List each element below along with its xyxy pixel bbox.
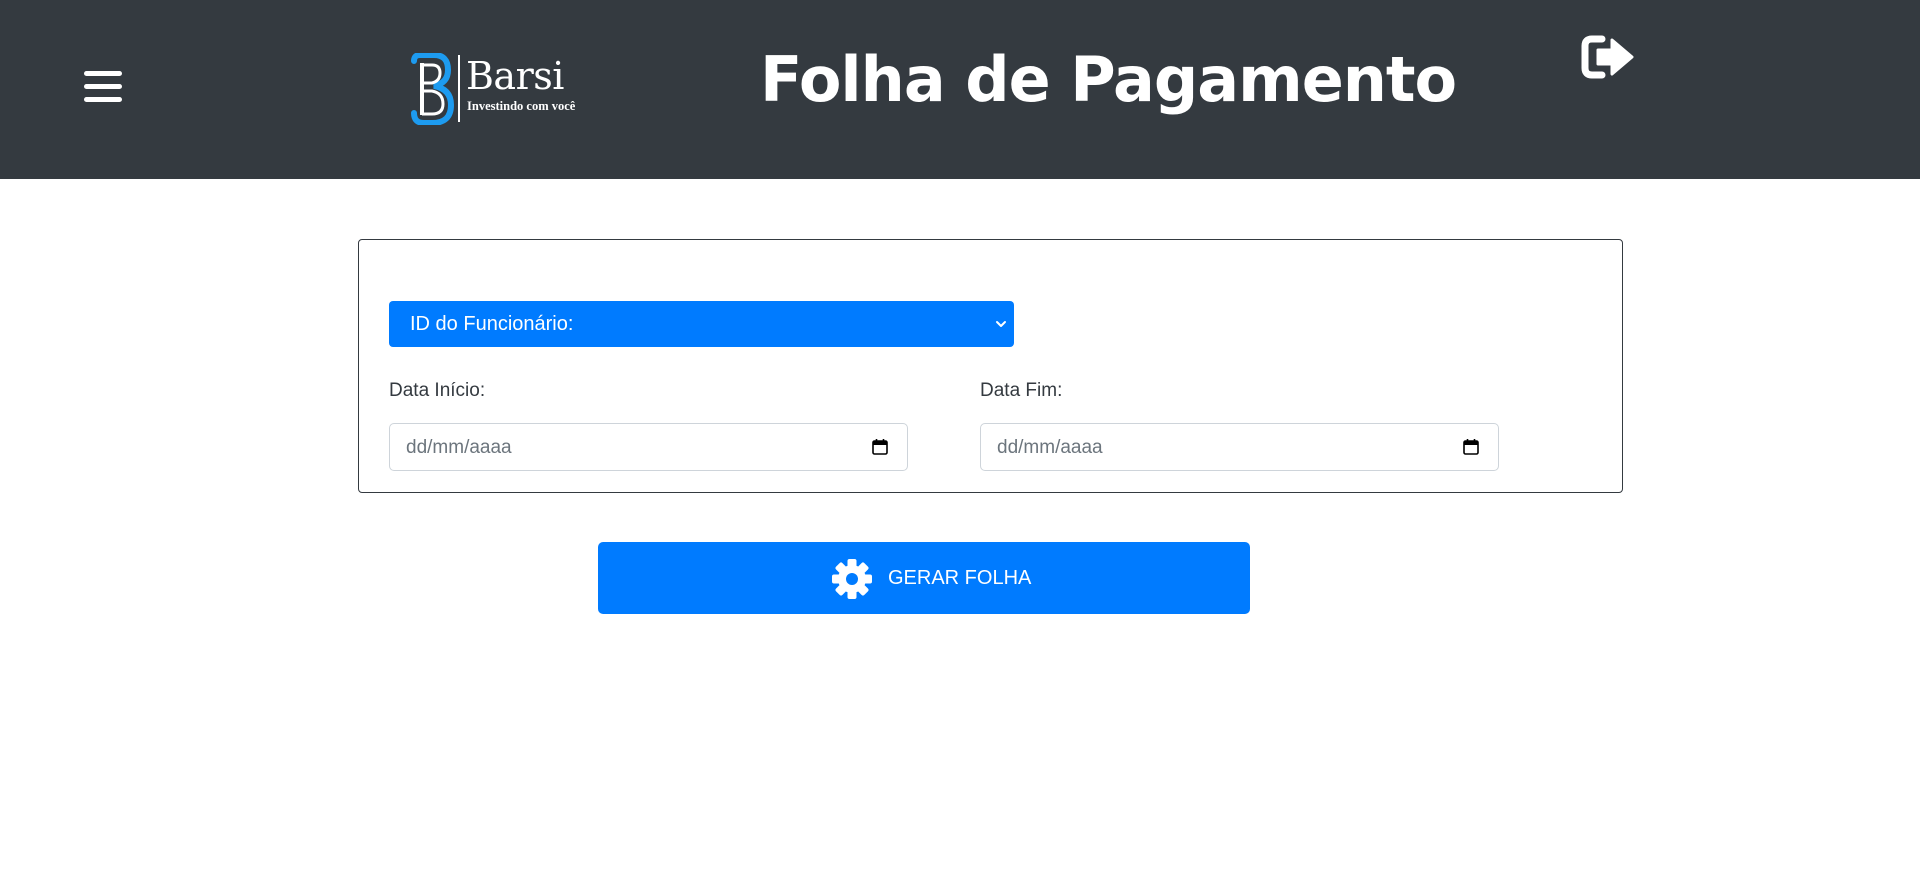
gear-icon (832, 559, 872, 599)
logout-button[interactable] (1580, 33, 1636, 81)
hamburger-menu-icon (84, 71, 122, 76)
logo-brand-name: Barsi (466, 54, 564, 98)
end-date-placeholder: dd/mm/aaaa (997, 437, 1103, 458)
generate-payroll-label: GERAR FOLHA (888, 567, 1032, 589)
calendar-icon[interactable] (871, 438, 889, 456)
sign-out-icon (1581, 35, 1634, 79)
end-date-label: Data Fim: (980, 380, 1063, 401)
generate-payroll-button[interactable]: GERAR FOLHA (598, 542, 1250, 614)
start-date-placeholder: dd/mm/aaaa (406, 437, 512, 458)
top-navbar: Barsi Investindo com você Folha de Pagam… (0, 0, 1920, 179)
end-date-input[interactable]: dd/mm/aaaa (980, 423, 1499, 471)
calendar-icon[interactable] (1462, 438, 1480, 456)
employee-id-select[interactable]: ID do Funcionário: (389, 301, 1014, 347)
start-date-input[interactable]: dd/mm/aaaa (389, 423, 908, 471)
barsi-logo-mark-icon (411, 53, 455, 125)
logo-tagline: Investindo com você (467, 99, 576, 113)
employee-id-select-value: ID do Funcionário: (410, 313, 574, 335)
start-date-label: Data Início: (389, 380, 486, 401)
payroll-form-card: ID do Funcionário: Data Início: dd/mm/aa… (358, 239, 1623, 493)
brand-logo: Barsi Investindo com você (410, 53, 590, 125)
page-title: Folha de Pagamento (760, 43, 1457, 116)
menu-button[interactable] (84, 69, 124, 105)
logo-divider (458, 55, 460, 122)
chevron-down-icon (996, 321, 1006, 327)
